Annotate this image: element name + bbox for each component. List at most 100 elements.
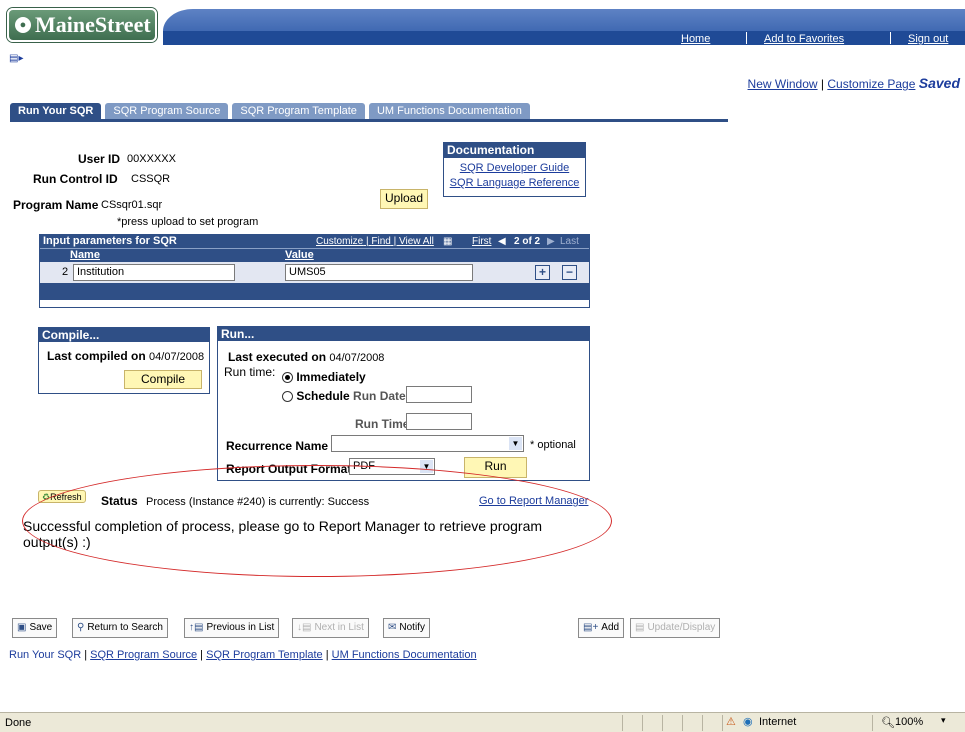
browser-status-bar: Done ⚠ ◉ Internet 🔍︎ 100% ▾ (0, 712, 965, 732)
run-control-value: CSSQR (131, 173, 171, 185)
param-value-input[interactable]: UMS05 (285, 264, 473, 281)
tab-um-functions-documentation[interactable]: UM Functions Documentation (368, 103, 530, 119)
table-row: 2 Institution UMS05 + − (40, 262, 589, 283)
param-name-input[interactable]: Institution (73, 264, 235, 281)
tab-sqr-program-template[interactable]: SQR Program Template (232, 103, 365, 119)
input-parameters-grid: Input parameters for SQR Customize | Fin… (39, 234, 590, 308)
last-executed-label: Last executed on (228, 350, 327, 364)
sign-out-link[interactable]: Sign out (908, 33, 948, 45)
menu-toggle-icon[interactable]: ▤▸ (9, 53, 23, 64)
return-to-search-button[interactable]: ⚲ Return to Search (72, 618, 168, 638)
grid-view-all-link[interactable]: View All (399, 236, 434, 247)
status-done: Done (5, 717, 32, 729)
save-button[interactable]: ▣ Save (12, 618, 58, 638)
schedule-radio[interactable] (282, 391, 293, 403)
run-date-label: Run Date (353, 389, 406, 403)
update-display-button: ▤ Update/Display (630, 618, 721, 638)
next-in-list-button: ↓▤ Next in List (292, 618, 369, 638)
documentation-box: Documentation SQR Developer Guide SQR La… (443, 142, 586, 197)
program-name-value: CSsqr01.sqr (101, 199, 163, 211)
next-icon: ↓▤ (297, 622, 312, 633)
run-panel: Run... Last executed on 04/07/2008 Run t… (217, 326, 590, 481)
zoom-dropdown-icon[interactable]: ▾ (941, 715, 946, 726)
upload-button[interactable]: Upload (380, 189, 428, 209)
page-tabs: Run Your SQR SQR Program Source SQR Prog… (10, 103, 534, 119)
mainestreet-logo: ● MaineStreet (7, 8, 157, 42)
last-compiled-date: 04/07/2008 (149, 351, 205, 363)
run-time-label: Run time: (224, 365, 276, 379)
row-number: 2 (62, 266, 69, 278)
add-to-favorites-link[interactable]: Add to Favorites (764, 33, 844, 45)
recurrence-select[interactable]: ▼ (331, 435, 524, 452)
col-name-header[interactable]: Name (70, 249, 100, 261)
compile-panel: Compile... Last compiled on 04/07/2008 C… (38, 327, 210, 394)
col-value-header[interactable]: Value (285, 249, 314, 261)
grid-count: 2 of 2 (514, 236, 541, 247)
globe-icon: ◉ (743, 716, 753, 728)
update-icon: ▤ (635, 622, 645, 633)
highlight-ellipse (22, 465, 612, 577)
bottom-link-um-functions-documentation[interactable]: UM Functions Documentation (332, 649, 477, 661)
immediately-radio[interactable] (282, 372, 293, 384)
documentation-title: Documentation (444, 143, 585, 158)
sqr-developer-guide-link[interactable]: SQR Developer Guide (444, 162, 585, 174)
tab-sqr-program-source[interactable]: SQR Program Source (105, 103, 229, 119)
logo-mark-icon: ● (15, 17, 31, 33)
search-icon: ⚲ (77, 622, 85, 633)
compile-title: Compile... (39, 328, 209, 342)
grid-title: Input parameters for SQR (43, 235, 177, 247)
tab-underline (10, 119, 728, 122)
schedule-label: Schedule (296, 389, 350, 403)
last-executed-date: 04/07/2008 (329, 352, 385, 364)
customize-page-link[interactable]: Customize Page (827, 77, 915, 91)
logo-text: MaineStreet (35, 12, 151, 37)
home-link[interactable]: Home (681, 33, 710, 45)
grid-column-headers: Name Value (40, 248, 589, 262)
tab-run-your-sqr[interactable]: Run Your SQR (10, 103, 102, 119)
add-button[interactable]: ▤+ Add (578, 618, 625, 638)
grid-next-icon: ▶ (547, 236, 555, 247)
bottom-link-run-your-sqr[interactable]: Run Your SQR (9, 649, 81, 661)
run-time-input[interactable] (406, 413, 472, 430)
chevron-down-icon: ▼ (509, 437, 522, 450)
optional-note: * optional (530, 439, 576, 451)
grid-find-link[interactable]: Find (371, 236, 390, 247)
page-links: New Window | Customize Page Saved (747, 75, 960, 91)
program-name-label: Program Name (13, 198, 99, 212)
bottom-link-sqr-program-template[interactable]: SQR Program Template (206, 649, 323, 661)
zoom-icon: 🔍︎ (881, 717, 895, 729)
compile-button[interactable]: Compile (124, 370, 202, 389)
last-compiled-label: Last compiled on (47, 349, 146, 363)
grid-prev-icon[interactable]: ◀ (498, 235, 506, 248)
notify-icon: ✉ (388, 622, 397, 633)
bottom-link-sqr-program-source[interactable]: SQR Program Source (90, 649, 197, 661)
run-date-input[interactable] (406, 386, 472, 403)
save-icon: ▣ (17, 622, 27, 633)
add-icon: ▤+ (583, 622, 599, 633)
delete-row-icon[interactable]: − (562, 265, 577, 280)
notify-button[interactable]: ✉ Notify (383, 618, 430, 638)
grid-last-link: Last (560, 236, 579, 247)
sqr-language-reference-link[interactable]: SQR Language Reference (444, 177, 585, 189)
bottom-links: Run Your SQR | SQR Program Source | SQR … (9, 649, 477, 661)
zoom-level[interactable]: 100% (895, 716, 923, 728)
grid-header: Input parameters for SQR Customize | Fin… (40, 235, 589, 248)
upload-note: *press upload to set program (117, 216, 259, 228)
new-window-link[interactable]: New Window (748, 77, 818, 91)
run-time-field-label: Run Time (355, 417, 410, 431)
recurrence-label: Recurrence Name (226, 439, 329, 453)
run-control-label: Run Control ID (33, 172, 118, 186)
previous-in-list-button[interactable]: ↑▤ Previous in List (184, 618, 280, 638)
top-banner: Home Add to Favorites Sign out (163, 9, 965, 45)
run-title: Run... (218, 327, 589, 341)
add-row-icon[interactable]: + (535, 265, 550, 280)
grid-customize-link[interactable]: Customize (316, 236, 363, 247)
grid-first-link[interactable]: First (472, 235, 491, 248)
grid-download-icon[interactable]: ▦ (443, 235, 452, 248)
security-icon: ⚠ (726, 716, 736, 728)
zone-label: Internet (759, 716, 797, 728)
previous-icon: ↑▤ (189, 622, 204, 633)
user-id-value: 00XXXXX (127, 153, 176, 165)
immediately-label: Immediately (296, 370, 366, 384)
user-id-label: User ID (78, 152, 121, 166)
